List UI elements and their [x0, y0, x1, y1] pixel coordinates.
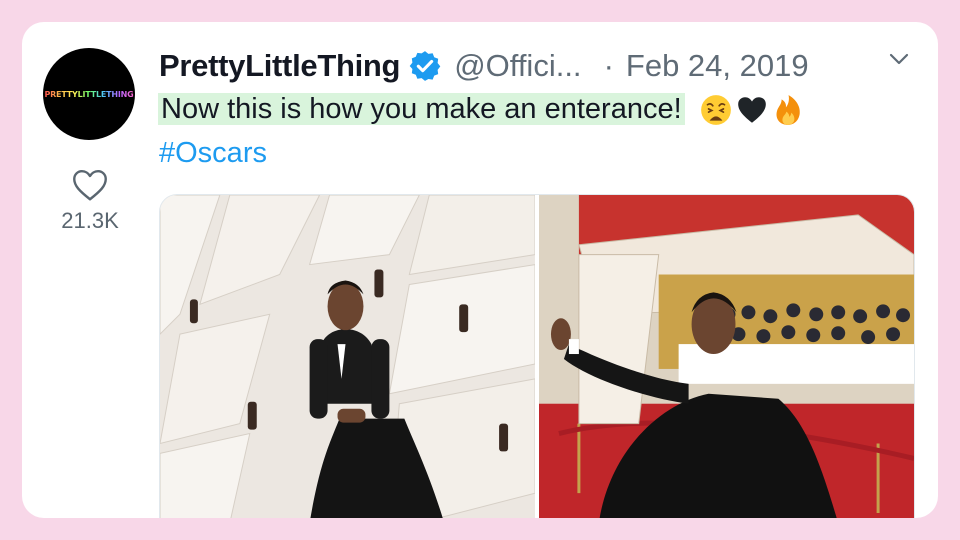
media-grid: [159, 194, 915, 518]
chevron-down-icon[interactable]: [886, 50, 912, 68]
black-heart-emoji-icon: [737, 97, 766, 124]
photo-left-red-carpet-pose[interactable]: [160, 195, 535, 518]
display-name[interactable]: PrettyLittleThing: [159, 48, 400, 84]
heart-icon[interactable]: [72, 168, 108, 202]
tweet-text: Now this is how you make an enterance!: [158, 90, 807, 128]
emoji-row: [699, 93, 807, 127]
photo-left-image: [160, 195, 535, 518]
tweet-card[interactable]: PRETTYLITTLETHING 21.3K PrettyLittleThin…: [22, 22, 938, 518]
separator-dot: ·: [603, 48, 614, 83]
avatar[interactable]: PRETTYLITTLETHING: [43, 48, 135, 140]
verified-badge-icon: [409, 51, 441, 81]
like-count: 21.3K: [61, 208, 119, 233]
fire-emoji-icon: [776, 95, 800, 126]
photo-right-image: [539, 195, 914, 518]
like-block: 21.3K: [52, 168, 128, 234]
avatar-logo: PRETTYLITTLETHING: [44, 89, 134, 99]
hashtag-link[interactable]: #Oscars: [159, 134, 267, 172]
tweet-header: PrettyLittleThing @Offici... · Feb 24, 2…: [159, 46, 809, 86]
photo-right-red-carpet-wave[interactable]: [539, 195, 914, 518]
weary-face-emoji-icon: [700, 95, 731, 126]
tweet-text-highlighted: Now this is how you make an enterance!: [158, 93, 685, 125]
user-handle[interactable]: @Offici...: [454, 48, 581, 84]
tweet-date[interactable]: Feb 24, 2019: [626, 48, 809, 84]
